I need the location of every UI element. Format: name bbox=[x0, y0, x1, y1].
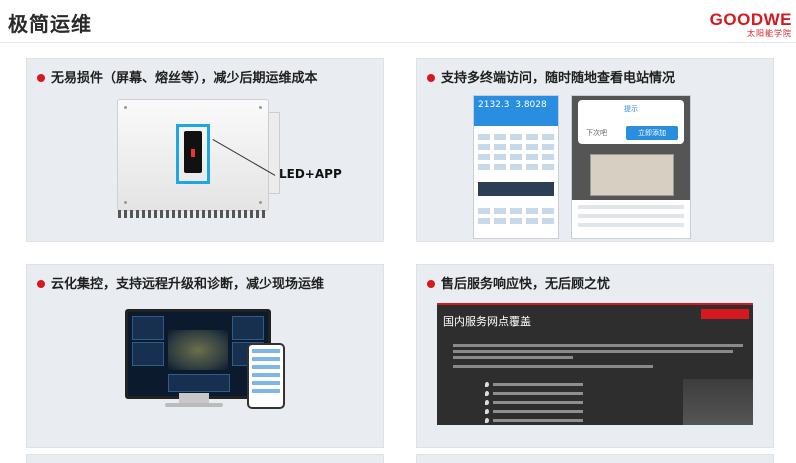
panel-no-wear-parts: 无易损件（屏幕、熔丝等），减少后期运维成本 LED+APP bbox=[26, 58, 384, 242]
dialog-title: 提示 bbox=[624, 105, 638, 113]
panel-heading: 无易损件（屏幕、熔丝等），减少后期运维成本 bbox=[37, 67, 318, 86]
page-title: 极简运维 bbox=[8, 12, 92, 36]
slide-title: 国内服务网点覆盖 bbox=[443, 315, 531, 328]
header-divider bbox=[0, 42, 796, 43]
camera-view bbox=[590, 154, 674, 196]
dialog-cancel-button: 下次吧 bbox=[586, 129, 607, 137]
goodwe-logo: GOODWE 太阳能学院 bbox=[710, 10, 792, 39]
led-panel-highlight bbox=[176, 124, 210, 184]
panel-heading: 支持多终端访问，随时随地查看电站情况 bbox=[427, 67, 675, 86]
stat-value: 2132.3 bbox=[478, 100, 510, 110]
dialog: 提示 下次吧 立即添加 bbox=[578, 100, 684, 144]
panel-heading: 云化集控，支持远程升级和诊断，减少现场运维 bbox=[37, 273, 324, 292]
panel-after-sales: 售后服务响应快，无后顾之忧 国内服务网点覆盖 bbox=[416, 264, 774, 448]
service-network-slide: 国内服务网点覆盖 bbox=[437, 303, 753, 425]
app-screenshot-scan: 提示 下次吧 立即添加 bbox=[571, 95, 691, 239]
bullet-dot-icon bbox=[427, 279, 435, 288]
panel-cloud-control: 云化集控，支持远程升级和诊断，减少现场运维 bbox=[26, 264, 384, 448]
panel-heading: 售后服务响应快，无后顾之忧 bbox=[427, 273, 610, 292]
inverter-image bbox=[117, 99, 280, 218]
logo-text: GOODWE bbox=[709, 10, 792, 29]
dialog-confirm-button: 立即添加 bbox=[626, 126, 678, 140]
app-screenshot-dashboard: 2132.3 3.8028 bbox=[473, 95, 559, 239]
bullet-dot-icon bbox=[37, 279, 45, 288]
bullet-dot-icon bbox=[427, 73, 435, 82]
phone-image bbox=[247, 343, 285, 409]
led-app-label: LED+APP bbox=[279, 167, 342, 181]
panel-multi-terminal: 支持多终端访问，随时随地查看电站情况 2132.3 3.8028 提示 下次吧 … bbox=[416, 58, 774, 242]
brand-mark bbox=[701, 309, 749, 319]
bullet-dot-icon bbox=[37, 73, 45, 82]
stat-value: 3.8028 bbox=[515, 100, 547, 110]
